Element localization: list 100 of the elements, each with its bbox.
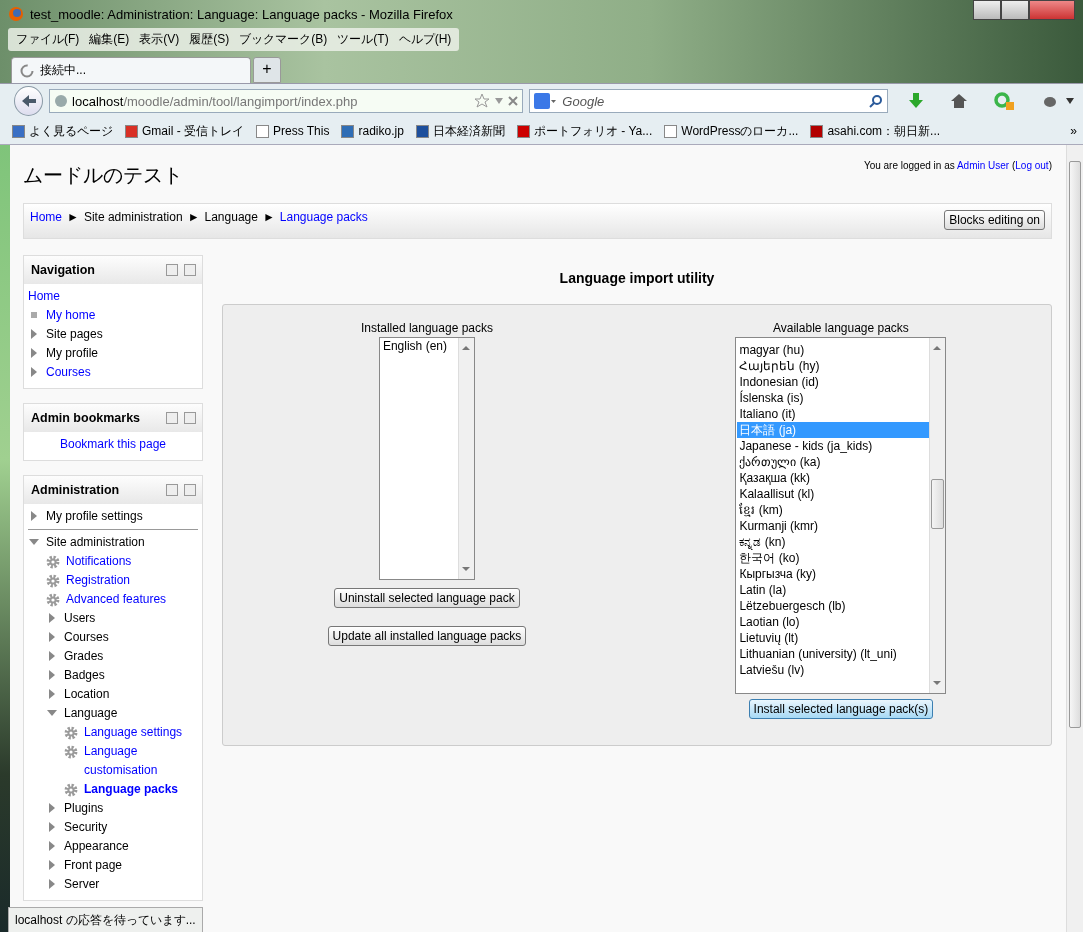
user-link[interactable]: Admin User bbox=[956, 160, 1010, 171]
bookmark-link[interactable]: ポートフォリオ - Ya... bbox=[516, 122, 653, 140]
language-list[interactable]: English (en) bbox=[378, 337, 475, 580]
bookmark-link[interactable]: よく見るページ bbox=[12, 122, 113, 140]
menu-item[interactable]: ツール(T) bbox=[333, 30, 393, 49]
nav-link[interactable]: Bookmark this page bbox=[59, 435, 167, 454]
minimize-button[interactable] bbox=[973, 0, 1001, 20]
menu-item[interactable]: 表示(V) bbox=[135, 30, 184, 49]
nav-link[interactable]: Notifications bbox=[66, 552, 132, 571]
menu-item[interactable]: ファイル(F) bbox=[12, 30, 84, 49]
list-option[interactable]: Italiano (it) bbox=[737, 406, 930, 422]
home-icon[interactable] bbox=[950, 92, 968, 110]
language-pack-button[interactable]: Uninstall selected language pack bbox=[334, 588, 520, 608]
dock-block-icon[interactable] bbox=[184, 264, 196, 276]
dock-block-icon[interactable] bbox=[184, 484, 196, 496]
list-option[interactable]: Íslenska (is) bbox=[737, 390, 930, 406]
bookmark-link[interactable]: radiko.jp bbox=[341, 124, 404, 138]
address-field[interactable]: localhost/moodle/admin/tool/langimport/index.php bbox=[49, 89, 524, 113]
nav-link[interactable]: Registration bbox=[66, 571, 131, 590]
addon-ring-icon[interactable] bbox=[993, 91, 1015, 111]
nav-link[interactable]: Home bbox=[28, 287, 60, 306]
menu-item[interactable]: ヘルプ(H) bbox=[394, 30, 456, 49]
list-option[interactable]: Հայերեն (hy) bbox=[737, 358, 930, 374]
nav-link[interactable]: Advanced features bbox=[66, 590, 167, 609]
list-option[interactable]: Latviešu (lv) bbox=[737, 662, 930, 678]
breadcrumb-link[interactable]: Home bbox=[30, 210, 62, 224]
nav-item[interactable]: Site pages bbox=[46, 325, 103, 344]
logout-link[interactable]: Log out bbox=[1015, 160, 1049, 171]
list-option[interactable]: Laotian (lo) bbox=[737, 614, 930, 630]
star-icon[interactable] bbox=[474, 93, 491, 109]
nav-link[interactable]: Language packs bbox=[84, 780, 179, 799]
list-option[interactable]: Kurmanji (kmr) bbox=[737, 518, 930, 534]
search-bar[interactable]: Google bbox=[529, 89, 888, 113]
nav-link[interactable]: Language customisation bbox=[84, 742, 198, 780]
menu-item[interactable]: 履歴(S) bbox=[185, 30, 234, 49]
bookmark-link[interactable]: 日本経済新聞 bbox=[415, 122, 505, 140]
nav-link[interactable]: My home bbox=[46, 306, 96, 325]
download-icon[interactable] bbox=[907, 92, 925, 110]
list-option[interactable]: Kalaallisut (kl) bbox=[737, 486, 930, 502]
nav-item[interactable]: Location bbox=[64, 685, 110, 704]
list-option[interactable]: Lëtzebuergesch (lb) bbox=[737, 598, 930, 614]
nav-item[interactable]: Plugins bbox=[64, 799, 104, 818]
list-option[interactable]: Latin (la) bbox=[737, 582, 930, 598]
minimize-block-icon[interactable] bbox=[166, 264, 178, 276]
nav-link[interactable]: Language settings bbox=[84, 723, 183, 742]
new-tab-button[interactable]: + bbox=[253, 57, 281, 83]
close-button[interactable] bbox=[1029, 0, 1075, 20]
list-option[interactable]: ქართული (ka) bbox=[737, 454, 930, 470]
nav-item[interactable]: Courses bbox=[64, 628, 109, 647]
maximize-button[interactable] bbox=[1001, 0, 1029, 20]
language-pack-button[interactable]: Update all installed language packs bbox=[327, 626, 527, 646]
list-option[interactable]: Lietuvių (lt) bbox=[737, 630, 930, 646]
close-icon[interactable] bbox=[508, 96, 519, 106]
dock-block-icon[interactable] bbox=[184, 412, 196, 424]
list-option[interactable]: 한국어 (ko) bbox=[737, 550, 930, 566]
nav-item[interactable]: My profile bbox=[46, 344, 98, 363]
blocks-editing-button[interactable]: Blocks editing on bbox=[944, 210, 1045, 230]
bookmark-link[interactable]: Gmail - 受信トレイ bbox=[125, 122, 244, 140]
nav-item[interactable]: Front page bbox=[64, 856, 123, 875]
search-engine-icon[interactable] bbox=[534, 93, 557, 109]
nav-item[interactable]: Site administration bbox=[46, 533, 145, 552]
search-field[interactable]: Google bbox=[560, 92, 865, 110]
list-option[interactable]: magyar (hu) bbox=[737, 342, 930, 358]
bookmark-link[interactable]: asahi.com：朝日新... bbox=[810, 122, 941, 140]
list-option[interactable]: ខ្មែរ (km) bbox=[737, 502, 930, 518]
scrollbar[interactable] bbox=[457, 338, 474, 579]
nav-item[interactable]: Security bbox=[64, 818, 108, 837]
list-option[interactable]: Japanese - kids (ja_kids) bbox=[737, 438, 930, 454]
minimize-block-icon[interactable] bbox=[166, 412, 178, 424]
menu-item[interactable]: ブックマーク(B) bbox=[235, 30, 332, 49]
search-icon[interactable] bbox=[868, 94, 883, 108]
caret-icon[interactable] bbox=[1065, 97, 1075, 105]
list-option[interactable]: Indonesian (id) bbox=[737, 374, 930, 390]
nav-item[interactable]: Appearance bbox=[64, 837, 129, 856]
list-option[interactable]: Қазақша (kk) bbox=[737, 470, 930, 486]
breadcrumb-link[interactable]: Language packs bbox=[279, 210, 368, 224]
nav-item[interactable]: Badges bbox=[64, 666, 105, 685]
browser-tab[interactable]: 接続中... bbox=[11, 57, 251, 83]
nav-item[interactable]: Language bbox=[64, 704, 118, 723]
nav-item[interactable]: My profile settings bbox=[46, 507, 143, 526]
back-button[interactable] bbox=[14, 86, 44, 116]
minimize-block-icon[interactable] bbox=[166, 484, 178, 496]
nav-link[interactable]: Courses bbox=[46, 363, 91, 382]
language-list[interactable] bbox=[735, 337, 947, 694]
nav-item[interactable]: Users bbox=[64, 609, 96, 628]
back-arrow-icon[interactable] bbox=[20, 94, 37, 108]
bookmark-link[interactable]: WordPressのローカ... bbox=[664, 122, 799, 140]
dropdown-icon[interactable] bbox=[494, 97, 505, 105]
list-option[interactable]: Lithuanian (university) (lt_uni) bbox=[737, 646, 930, 662]
install-button[interactable]: Install selected language pack(s) bbox=[748, 699, 934, 719]
scrollbar[interactable] bbox=[929, 338, 946, 693]
menu-item[interactable]: 編集(E) bbox=[85, 30, 134, 49]
page-scrollbar[interactable] bbox=[1066, 145, 1083, 932]
list-option[interactable]: English (en) bbox=[380, 338, 458, 354]
nav-item[interactable]: Server bbox=[64, 875, 100, 894]
more-bookmarks-button[interactable]: » bbox=[1070, 124, 1077, 138]
nav-item[interactable]: Grades bbox=[64, 647, 104, 666]
list-option[interactable]: ಕನ್ನಡ (kn) bbox=[737, 534, 930, 550]
bookmark-link[interactable]: Press This bbox=[256, 124, 330, 138]
list-option[interactable]: Кыргызча (ky) bbox=[737, 566, 930, 582]
